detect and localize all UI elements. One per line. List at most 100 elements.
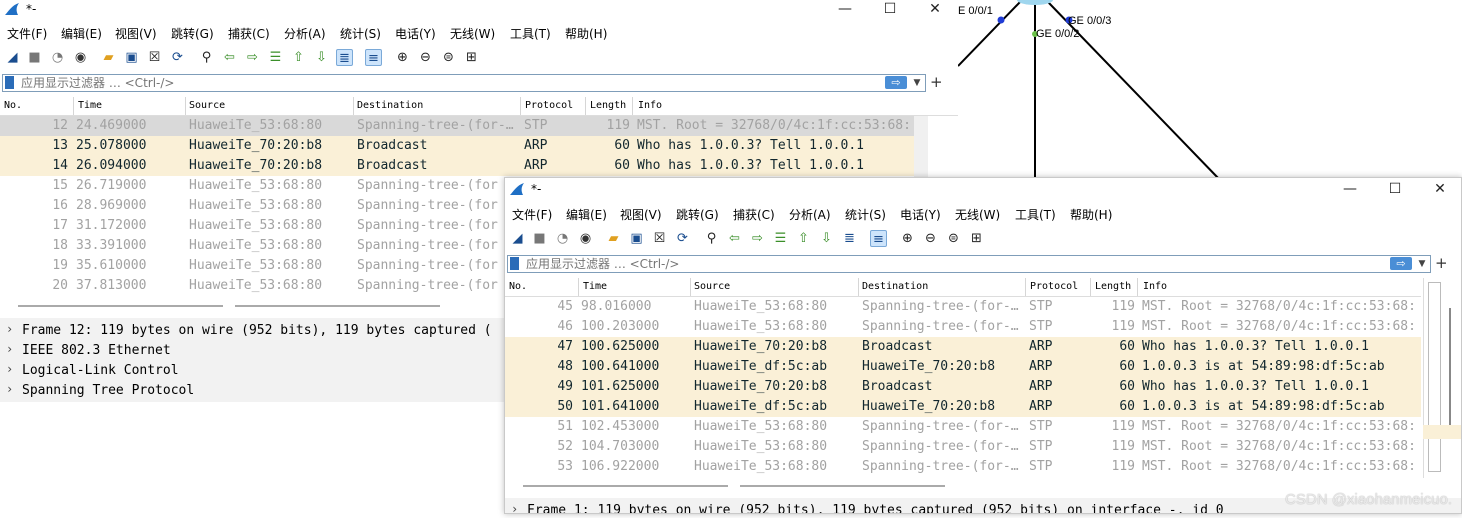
menu-wireless[interactable]: 无线(W)	[450, 25, 495, 42]
maximize-button[interactable]: ☐	[1372, 180, 1418, 200]
capture-options-icon[interactable]: ◉	[577, 230, 594, 247]
capture-options-icon[interactable]: ◉	[72, 49, 89, 66]
menu-view[interactable]: 视图(V)	[115, 25, 157, 42]
menu-file[interactable]: 文件(F)	[512, 206, 552, 223]
add-filter-button[interactable]: +	[1435, 254, 1448, 272]
close-file-icon[interactable]: ☒	[651, 230, 668, 247]
zoom-out-icon[interactable]: ⊖	[922, 230, 939, 247]
maximize-button[interactable]: ☐	[867, 0, 913, 20]
title-bar[interactable]: *- — ☐ ✕	[0, 0, 958, 20]
save-file-icon[interactable]: ▣	[123, 49, 140, 66]
zoom-in-icon[interactable]: ⊕	[899, 230, 916, 247]
minimize-button[interactable]: —	[822, 0, 868, 20]
close-button[interactable]: ✕	[1417, 180, 1461, 200]
menu-go[interactable]: 跳转(G)	[171, 25, 214, 42]
close-button[interactable]: ✕	[912, 0, 958, 20]
packet-list-vscroll[interactable]	[1423, 278, 1446, 478]
open-file-icon[interactable]: ▰	[100, 49, 117, 66]
go-forward-icon[interactable]: ⇨	[749, 230, 766, 247]
packet-row[interactable]: 46 100.203000 HuaweiTe_53:68:80 Spanning-tr…	[505, 317, 1421, 337]
column-header[interactable]: No.	[509, 281, 527, 292]
menu-telephony[interactable]: 电话(Y)	[395, 25, 436, 42]
find-packet-icon[interactable]: ⚲	[198, 49, 215, 66]
packet-row[interactable]: 47 100.625000 HuaweiTe_70:20:b8 Broadcast AR…	[505, 337, 1421, 357]
expand-arrow-icon[interactable]: ›	[6, 382, 13, 396]
column-header[interactable]: Protocol	[525, 100, 573, 111]
column-header[interactable]: Source	[694, 281, 730, 292]
normal-size-icon[interactable]: ⊜	[945, 230, 962, 247]
go-forward-icon[interactable]: ⇨	[244, 49, 261, 66]
go-to-packet-icon[interactable]: ☰	[772, 230, 789, 247]
column-header[interactable]: Source	[189, 100, 225, 111]
zoom-in-icon[interactable]: ⊕	[394, 49, 411, 66]
start-capture-icon[interactable]: ◢	[4, 49, 21, 66]
column-header[interactable]: Time	[78, 100, 102, 111]
display-filter-input[interactable]	[526, 256, 1376, 272]
colorize-icon[interactable]: ≡	[870, 230, 887, 247]
scrollbar-thumb[interactable]	[18, 305, 223, 307]
chevron-down-icon[interactable]: ▼	[1416, 256, 1428, 272]
wireshark-window-front[interactable]: *- — ☐ ✕ 文件(F) 编辑(E) 视图(V) 跳转(G) 捕获(C) 分…	[504, 177, 1462, 514]
column-header[interactable]: Length	[590, 100, 626, 111]
save-file-icon[interactable]: ▣	[628, 230, 645, 247]
add-filter-button[interactable]: +	[930, 73, 943, 91]
packet-row[interactable]: 53 106.922000 HuaweiTe_53:68:80 Spanning-tr…	[505, 457, 1421, 477]
column-header[interactable]: Destination	[862, 281, 928, 292]
packet-row[interactable]: 51 102.453000 HuaweiTe_53:68:80 Spanning-tr…	[505, 417, 1421, 437]
auto-scroll-icon[interactable]: ≣	[336, 49, 353, 66]
find-packet-icon[interactable]: ⚲	[703, 230, 720, 247]
first-packet-icon[interactable]: ⇧	[795, 230, 812, 247]
menu-go[interactable]: 跳转(G)	[676, 206, 719, 223]
scrollbar-thumb[interactable]	[523, 485, 728, 487]
menu-capture[interactable]: 捕获(C)	[733, 206, 775, 223]
menu-help[interactable]: 帮助(H)	[565, 25, 607, 42]
open-file-icon[interactable]: ▰	[605, 230, 622, 247]
go-back-icon[interactable]: ⇦	[726, 230, 743, 247]
column-header[interactable]: Protocol	[1030, 281, 1078, 292]
menu-tools[interactable]: 工具(T)	[510, 25, 551, 42]
menu-capture[interactable]: 捕获(C)	[228, 25, 270, 42]
menu-view[interactable]: 视图(V)	[620, 206, 662, 223]
packet-row[interactable]: 50 101.641000 HuaweiTe_df:5c:ab HuaweiTe_70…	[505, 397, 1421, 417]
minimize-button[interactable]: —	[1327, 180, 1373, 200]
display-filter-input[interactable]	[21, 75, 871, 91]
menu-statistics[interactable]: 统计(S)	[340, 25, 381, 42]
column-header[interactable]: Length	[1095, 281, 1131, 292]
reload-file-icon[interactable]: ⟳	[674, 230, 691, 247]
restart-capture-icon[interactable]: ◔	[554, 230, 571, 247]
reload-file-icon[interactable]: ⟳	[169, 49, 186, 66]
menu-help[interactable]: 帮助(H)	[1070, 206, 1112, 223]
menu-edit[interactable]: 编辑(E)	[566, 206, 607, 223]
column-header[interactable]: Info	[638, 100, 662, 111]
menu-analyze[interactable]: 分析(A)	[284, 25, 326, 42]
chevron-down-icon[interactable]: ▼	[911, 75, 923, 91]
column-header[interactable]: Destination	[357, 100, 423, 111]
auto-scroll-icon[interactable]: ≣	[841, 230, 858, 247]
zoom-out-icon[interactable]: ⊖	[417, 49, 434, 66]
scrollbar-thumb[interactable]	[740, 485, 945, 487]
expand-arrow-icon[interactable]: ›	[6, 342, 13, 356]
column-header[interactable]: Time	[583, 281, 607, 292]
stop-capture-icon[interactable]: ■	[531, 230, 548, 247]
packet-minimap[interactable]	[1449, 308, 1451, 428]
last-packet-icon[interactable]: ⇩	[818, 230, 835, 247]
menu-analyze[interactable]: 分析(A)	[789, 206, 831, 223]
menu-wireless[interactable]: 无线(W)	[955, 206, 1000, 223]
apply-filter-button[interactable]: ⇨	[885, 76, 907, 89]
column-header[interactable]: No.	[4, 100, 22, 111]
menu-tools[interactable]: 工具(T)	[1015, 206, 1056, 223]
scrollbar-thumb[interactable]	[1428, 282, 1441, 472]
go-back-icon[interactable]: ⇦	[221, 49, 238, 66]
stop-capture-icon[interactable]: ■	[26, 49, 43, 66]
resize-columns-icon[interactable]: ⊞	[968, 230, 985, 247]
resize-columns-icon[interactable]: ⊞	[463, 49, 480, 66]
colorize-icon[interactable]: ≡	[365, 49, 382, 66]
menu-statistics[interactable]: 统计(S)	[845, 206, 886, 223]
expand-arrow-icon[interactable]: ›	[6, 362, 13, 376]
close-file-icon[interactable]: ☒	[146, 49, 163, 66]
packet-row[interactable]: 45 98.016000 HuaweiTe_53:68:80 Spanning-tre…	[505, 297, 1421, 317]
last-packet-icon[interactable]: ⇩	[313, 49, 330, 66]
packet-row[interactable]: 52 104.703000 HuaweiTe_53:68:80 Spanning-tr…	[505, 437, 1421, 457]
scrollbar-thumb[interactable]	[235, 305, 440, 307]
first-packet-icon[interactable]: ⇧	[290, 49, 307, 66]
